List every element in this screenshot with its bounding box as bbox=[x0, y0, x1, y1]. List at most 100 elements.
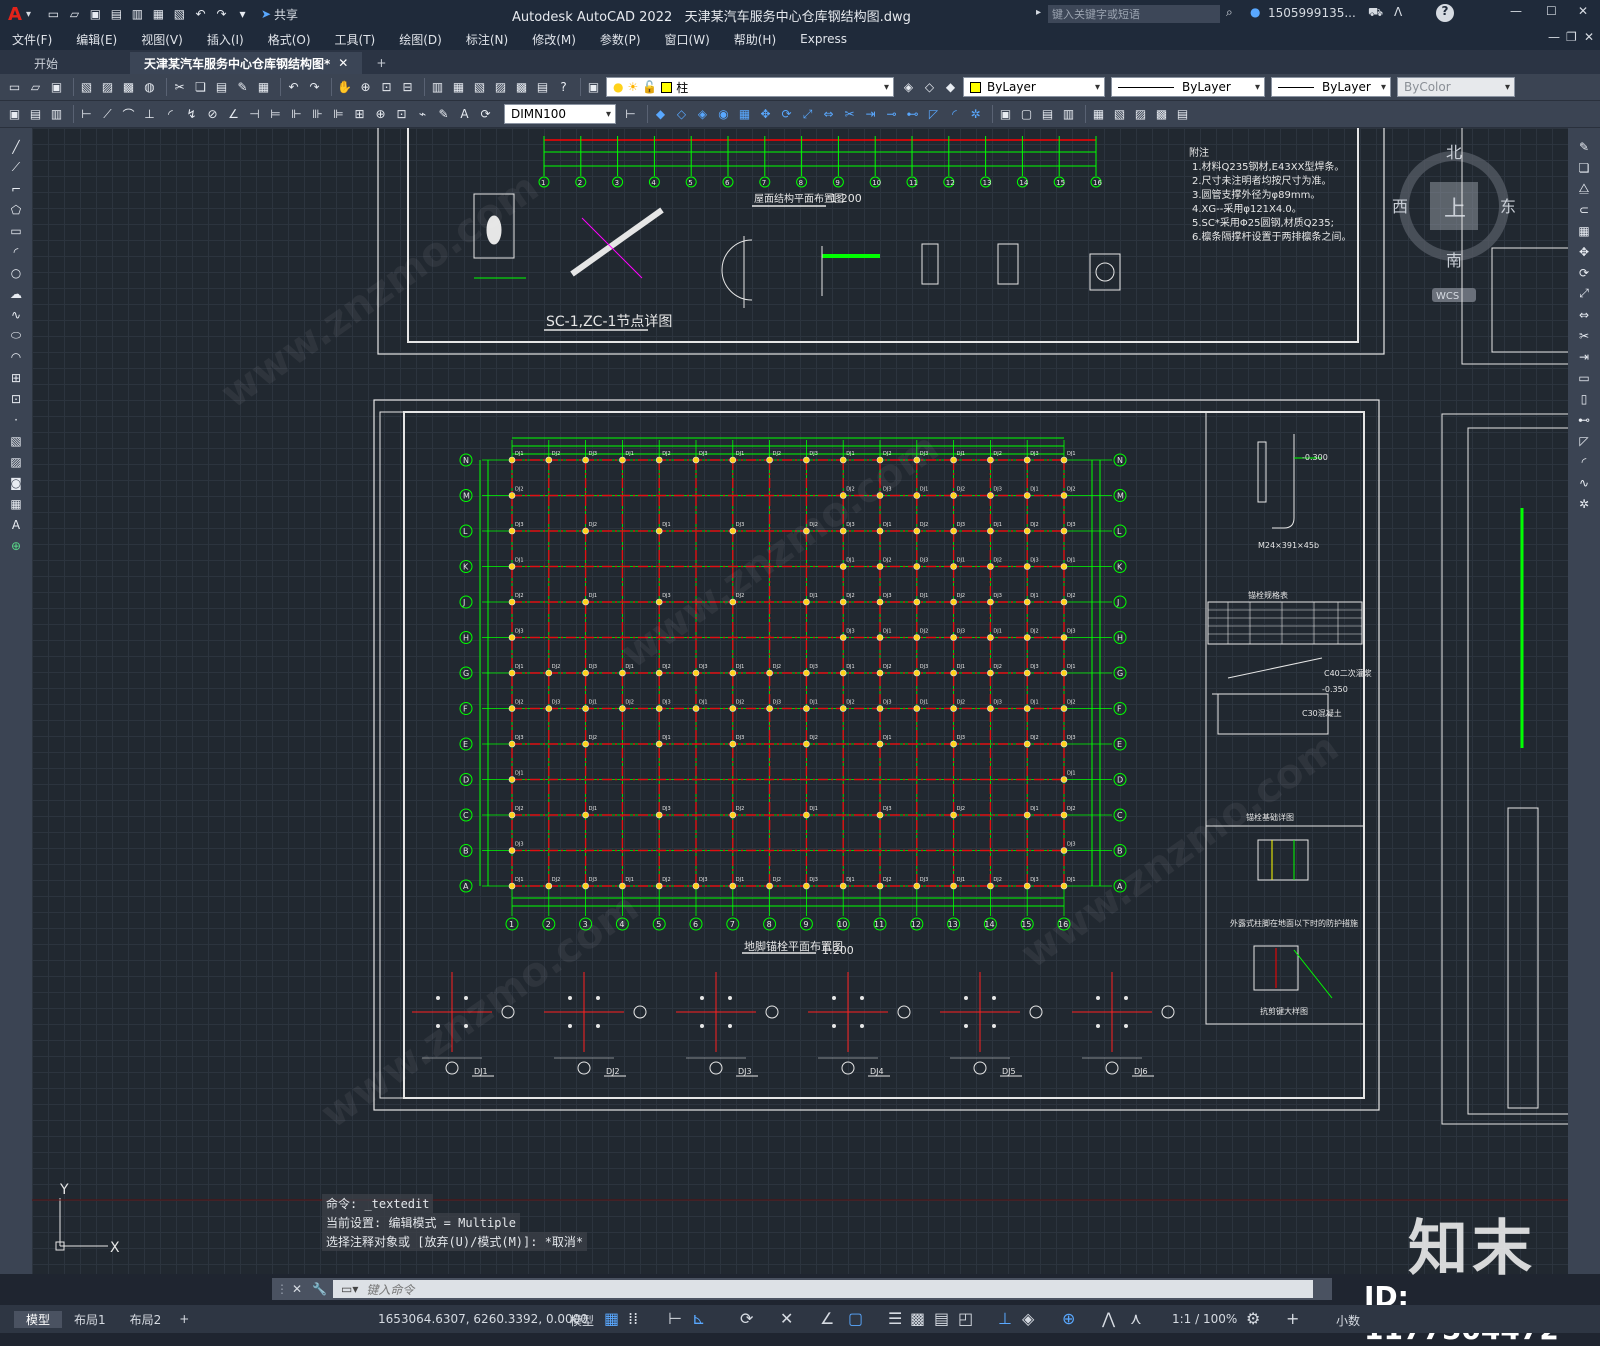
web-save-icon[interactable]: ▦ bbox=[150, 6, 167, 23]
zoom-window-icon[interactable]: ⊡ bbox=[378, 79, 395, 96]
osnap-icon[interactable]: ∠ bbox=[820, 1309, 834, 1328]
autodesk-a360-icon[interactable]: Ʌ bbox=[1394, 5, 1402, 19]
scale-icon[interactable]: ⤢ bbox=[1576, 285, 1593, 302]
dynamic-input-icon[interactable]: ⊥ bbox=[998, 1309, 1012, 1328]
table-icon[interactable]: ▦ bbox=[8, 495, 25, 512]
join-icon[interactable]: ⊷ bbox=[904, 106, 921, 123]
layer-dropdown[interactable]: ● ☀ 🔓 柱 bbox=[606, 77, 894, 97]
zoom-realtime-icon[interactable]: ⊕ bbox=[357, 79, 374, 96]
plotstyle-dropdown[interactable]: ByColor bbox=[1397, 77, 1515, 97]
command-input[interactable]: ▭▾ 键入命令 bbox=[333, 1280, 1314, 1298]
gizmo-icon[interactable]: ⊕ bbox=[1062, 1309, 1075, 1328]
polygon-icon[interactable]: ⬠ bbox=[8, 201, 25, 218]
ellipse-icon[interactable]: ⬭ bbox=[8, 327, 25, 344]
draworder-back-icon[interactable]: ▢ bbox=[1018, 106, 1035, 123]
cart-icon[interactable]: ⛟ bbox=[1368, 5, 1383, 21]
draworder-below-icon[interactable]: ▥ bbox=[1060, 106, 1077, 123]
polyline-icon[interactable]: ⌐ bbox=[8, 180, 25, 197]
dim-text-edit-icon[interactable]: A bbox=[456, 106, 473, 123]
copy-icon[interactable]: ❏ bbox=[1576, 159, 1593, 176]
pan-icon[interactable]: ✋ bbox=[336, 79, 353, 96]
menu-item-4[interactable]: 格式(O) bbox=[268, 31, 311, 48]
tab-drawing[interactable]: 天津某汽车服务中心仓库钢结构图* ✕ bbox=[130, 52, 363, 74]
menu-item-5[interactable]: 工具(T) bbox=[335, 31, 376, 48]
dim-angular-icon[interactable]: ∠ bbox=[225, 106, 242, 123]
color-dropdown[interactable]: ByLayer bbox=[963, 77, 1105, 97]
construction-line-icon[interactable]: ⟋ bbox=[8, 159, 25, 176]
redo-icon[interactable]: ↷ bbox=[306, 79, 323, 96]
coordinates-readout[interactable]: 1653064.6307, 6260.3392, 0.0000 bbox=[378, 1312, 588, 1326]
line-icon[interactable]: ╱ bbox=[8, 138, 25, 155]
join-icon[interactable]: ⊷ bbox=[1576, 411, 1593, 428]
dim-space-icon[interactable]: ⊪ bbox=[309, 106, 326, 123]
annotation-monitor-icon[interactable]: + bbox=[1286, 1309, 1299, 1328]
menu-item-12[interactable]: Express bbox=[800, 32, 847, 46]
dim-break-icon[interactable]: ⊫ bbox=[330, 106, 347, 123]
qnew-icon[interactable]: ▭ bbox=[6, 79, 23, 96]
add-selected-icon[interactable]: ⊕ bbox=[8, 537, 25, 554]
explode-icon[interactable]: ✲ bbox=[967, 106, 984, 123]
saveas-icon[interactable]: ▤ bbox=[108, 6, 125, 23]
osnap-tracking-icon[interactable]: ✕ bbox=[780, 1309, 793, 1328]
tab-model[interactable]: 模型 bbox=[14, 1310, 63, 1328]
ellipse-arc-icon[interactable]: ◠ bbox=[8, 348, 25, 365]
units-toggle[interactable]: 小数 bbox=[1336, 1312, 1360, 1329]
grid-icon[interactable]: ▦ bbox=[604, 1309, 619, 1328]
search-expand-icon[interactable]: ▸ bbox=[1036, 7, 1041, 18]
user-icon[interactable]: ● bbox=[1250, 5, 1260, 19]
drawing-canvas[interactable]: 1 2 3 4 5 6 7 8 9 10 11 12 13 14 15 16 屋面结构平面布置图 1:200 … bbox=[32, 128, 1568, 1274]
tab-layout2[interactable]: 布局2 bbox=[118, 1311, 174, 1328]
customize-cmd-icon[interactable]: 🔧 bbox=[312, 1282, 327, 1296]
annotation-scale[interactable]: 1:1 / 100% bbox=[1172, 1312, 1237, 1326]
draworder-front-icon[interactable]: ▣ bbox=[997, 106, 1014, 123]
workspace-icon[interactable]: ▣ bbox=[6, 106, 23, 123]
ortho-icon[interactable]: ⊢ bbox=[668, 1309, 682, 1328]
break-icon[interactable]: ⊸ bbox=[883, 106, 900, 123]
undo-icon[interactable]: ↶ bbox=[192, 6, 209, 23]
menu-item-8[interactable]: 修改(M) bbox=[532, 31, 576, 48]
rotate-icon[interactable]: ⟳ bbox=[1576, 264, 1593, 281]
new-tab-button[interactable]: + bbox=[362, 52, 400, 74]
tab-start[interactable]: 开始 bbox=[20, 52, 72, 74]
erase-icon[interactable]: ✎ bbox=[1576, 138, 1593, 155]
tolerance-icon[interactable]: ⊞ bbox=[351, 106, 368, 123]
doc-close-icon[interactable]: ✕ bbox=[1584, 30, 1594, 44]
inspect-icon[interactable]: ⊡ bbox=[393, 106, 410, 123]
dim-continue-icon[interactable]: ⊩ bbox=[288, 106, 305, 123]
menu-item-10[interactable]: 窗口(W) bbox=[665, 31, 710, 48]
menu-item-0[interactable]: 文件(F) bbox=[12, 31, 52, 48]
search-icon[interactable]: ⌕ bbox=[1226, 5, 1233, 20]
customize-qat-icon[interactable]: ▾ bbox=[234, 6, 251, 23]
print-icon[interactable]: ▧ bbox=[171, 6, 188, 23]
isodraft-icon[interactable]: ⟳ bbox=[740, 1309, 753, 1328]
linetype-dropdown[interactable]: ByLayer bbox=[1111, 77, 1265, 97]
menu-item-9[interactable]: 参数(P) bbox=[600, 31, 641, 48]
model-space-toggle[interactable]: 模型 bbox=[570, 1312, 594, 1329]
selection-cycling-icon[interactable]: ▤ bbox=[934, 1309, 949, 1328]
tab-close-icon[interactable]: ✕ bbox=[338, 56, 348, 70]
extend-icon[interactable]: ⇥ bbox=[862, 106, 879, 123]
polar-icon[interactable]: ⊾ bbox=[692, 1309, 705, 1328]
block-editor-icon[interactable]: ▦ bbox=[255, 79, 272, 96]
rotate-icon[interactable]: ⟳ bbox=[778, 106, 795, 123]
scale-icon[interactable]: ⤢ bbox=[799, 106, 816, 123]
new-icon[interactable]: ▭ bbox=[45, 6, 62, 23]
3d-osnap-icon[interactable]: ◰ bbox=[958, 1309, 973, 1328]
array-icon[interactable]: ▦ bbox=[736, 106, 753, 123]
workspace-gear-icon[interactable]: ⚙ bbox=[1246, 1309, 1260, 1328]
mirror-icon[interactable]: ◈ bbox=[694, 106, 711, 123]
trim-icon[interactable]: ✂ bbox=[1576, 327, 1593, 344]
insert-block-icon[interactable]: ⊞ bbox=[8, 369, 25, 386]
3d-print-icon[interactable]: ◍ bbox=[141, 79, 158, 96]
menu-item-7[interactable]: 标注(N) bbox=[466, 31, 508, 48]
menu-item-11[interactable]: 帮助(H) bbox=[734, 31, 776, 48]
cut-icon[interactable]: ✂ bbox=[171, 79, 188, 96]
lineweight-icon[interactable]: ☰ bbox=[888, 1309, 902, 1328]
markup-icon[interactable]: ▩ bbox=[513, 79, 530, 96]
open-icon[interactable]: ▱ bbox=[27, 79, 44, 96]
arc-icon[interactable]: ◜ bbox=[8, 243, 25, 260]
zoom-previous-icon[interactable]: ⊟ bbox=[399, 79, 416, 96]
dim-radius-icon[interactable]: ◜ bbox=[162, 106, 179, 123]
autocad-logo-icon[interactable]: A bbox=[8, 4, 22, 25]
save-icon[interactable]: ▣ bbox=[48, 79, 65, 96]
